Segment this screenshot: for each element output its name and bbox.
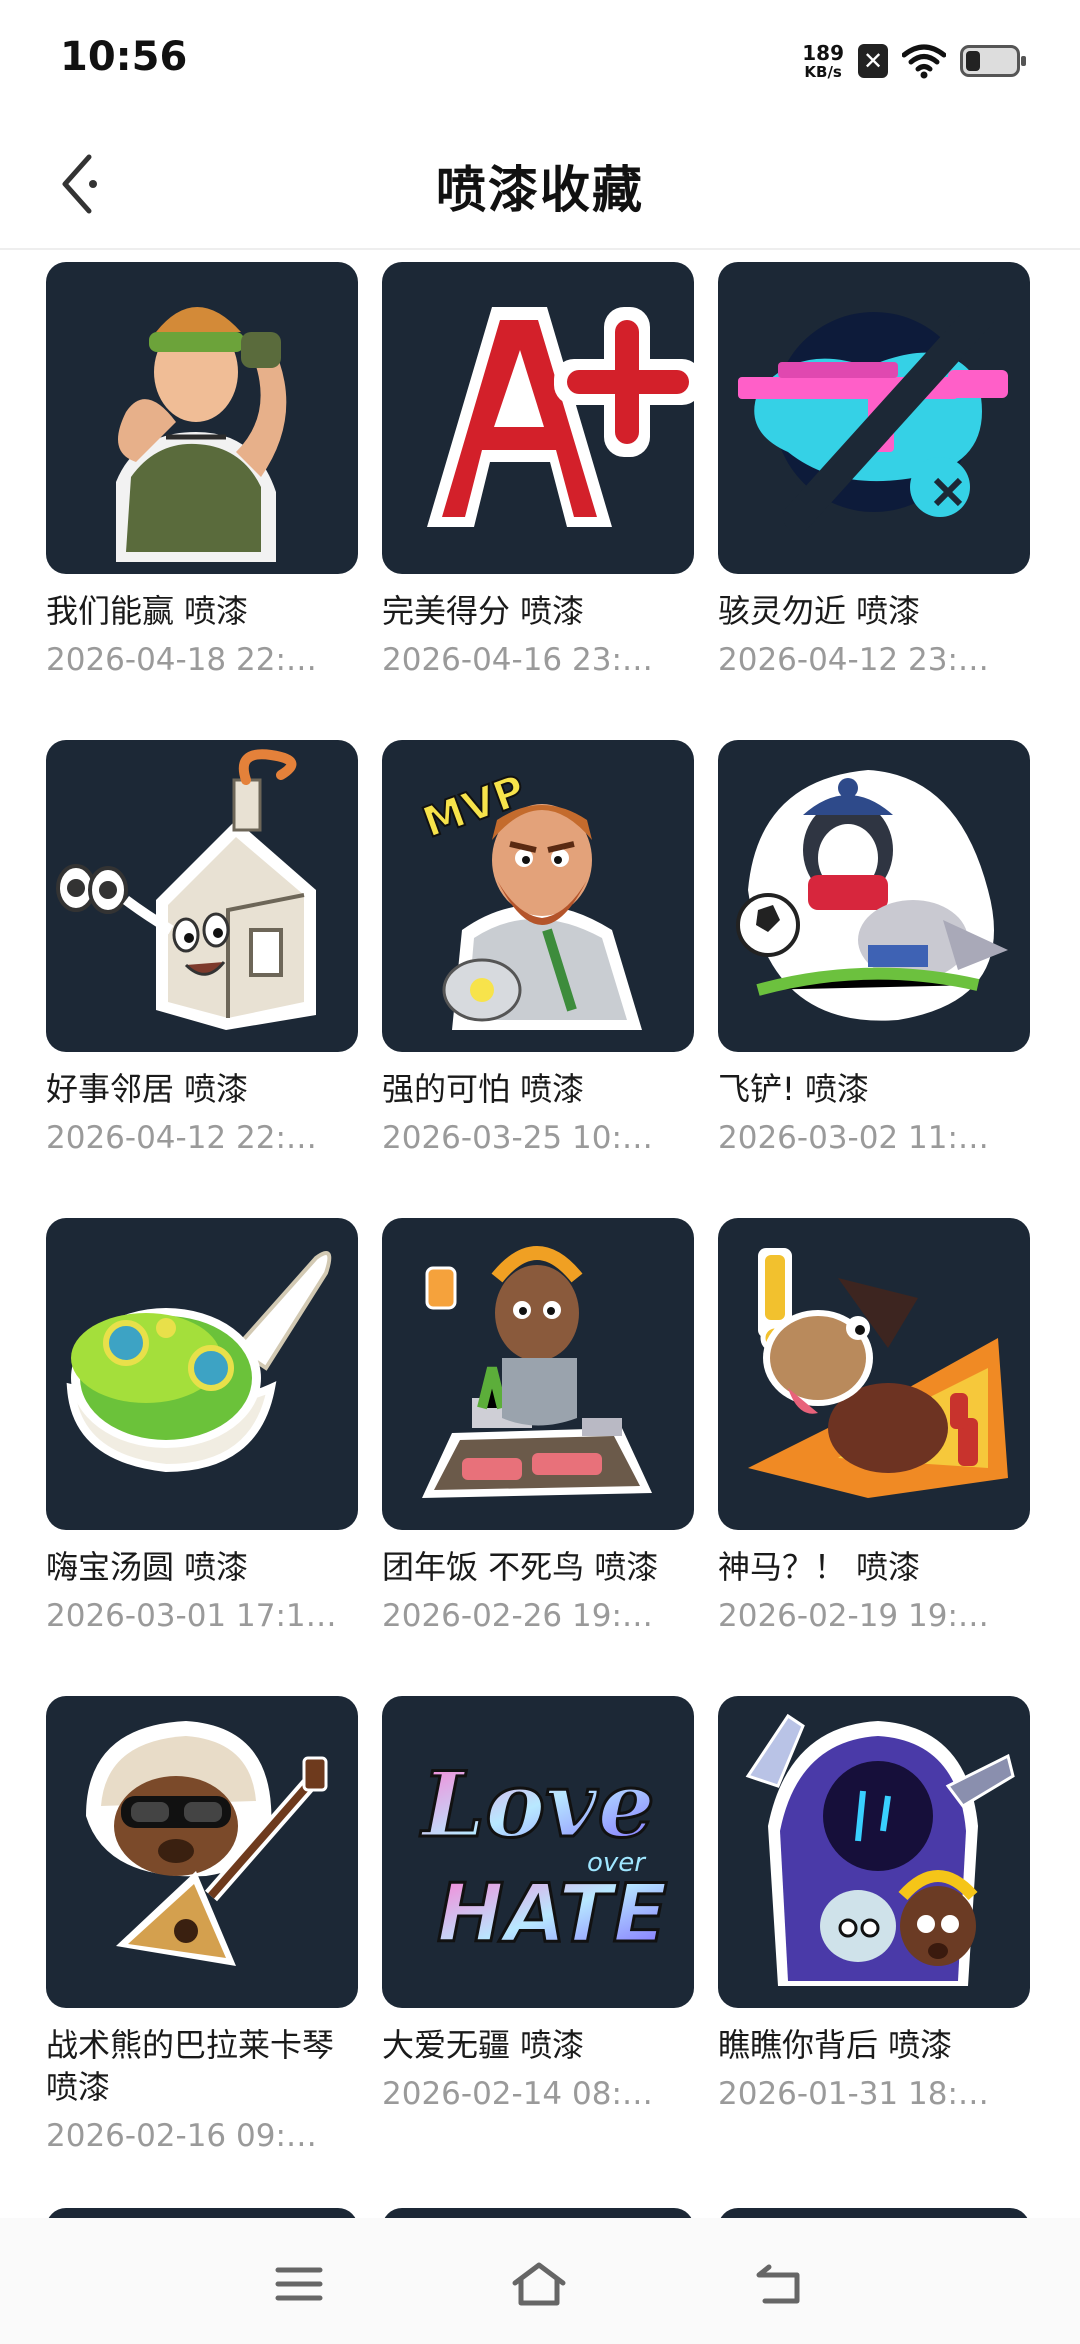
spray-card[interactable]: 团年饭 不死鸟 喷漆 2026-02-26 19:… — [382, 1218, 694, 1636]
spray-date: 2026-01-31 18:… — [718, 2076, 989, 2112]
header-bar: 喷漆收藏 — [0, 120, 1080, 250]
spray-date: 2026-02-16 09:… — [46, 2118, 317, 2154]
mvp-bearded-hero-icon: MVP — [415, 764, 642, 1030]
spray-title: 我们能赢 喷漆 — [46, 592, 249, 630]
spray-card[interactable]: 好事邻居 喷漆 2026-04-12 22:… — [46, 740, 358, 1158]
spray-card[interactable]: 飞铲! 喷漆 2026-03-02 11:… — [718, 740, 1030, 1158]
spray-title: 完美得分 喷漆 — [382, 592, 585, 630]
home-button[interactable] — [504, 2254, 574, 2314]
spray-date: 2026-04-16 23:… — [382, 642, 653, 678]
network-speed-unit: KB/s — [804, 62, 842, 81]
spray-thumbnail[interactable]: Love over HATE — [382, 1696, 694, 2008]
spray-card[interactable]: Love over HATE 大爱无疆 喷漆 2026-02-14 08:… — [382, 1696, 694, 2114]
spray-title: 战术熊的巴拉莱卡琴 喷漆 — [46, 2026, 335, 2106]
home-icon — [512, 2262, 566, 2306]
wifi-icon — [902, 44, 946, 79]
system-nav-bar — [0, 2218, 1080, 2344]
back-icon — [756, 2264, 800, 2304]
battery-icon — [960, 45, 1026, 77]
status-bar: 10:56 189 KB/s ✕ — [0, 0, 1080, 120]
tangyuan-spoon-icon — [66, 1251, 332, 1473]
spray-card[interactable]: 神马？！ 喷漆 2026-02-19 19:… — [718, 1218, 1030, 1636]
spray-card[interactable]: 骇灵勿近 喷漆 2026-04-12 23:… — [718, 262, 1030, 680]
status-icons: 189 KB/s ✕ — [802, 38, 1026, 84]
spray-card[interactable]: 战术熊的巴拉莱卡琴 喷漆 2026-02-16 09:… — [46, 1696, 358, 2156]
spray-date: 2026-03-02 11:… — [718, 1120, 989, 1156]
spray-date: 2026-03-25 10:… — [382, 1120, 653, 1156]
lurking-reaper-icon — [745, 1713, 1015, 1986]
house-with-binoculars-icon — [56, 749, 316, 1030]
spray-thumbnail[interactable] — [718, 740, 1030, 1052]
spray-title: 飞铲! 喷漆 — [718, 1070, 870, 1108]
spray-thumbnail[interactable] — [382, 262, 694, 574]
spray-date: 2026-02-14 08:… — [382, 2076, 653, 2112]
spray-title: 瞧瞧你背后 喷漆 — [718, 2026, 953, 2064]
reunion-dinner-icon — [422, 1246, 652, 1498]
nav-back-button[interactable] — [744, 2254, 814, 2314]
flexing-soldier-icon — [116, 307, 287, 562]
spray-title: 骇灵勿近 喷漆 — [718, 592, 921, 630]
spray-date: 2026-04-12 22:… — [46, 1120, 317, 1156]
spray-date: 2026-03-01 17:1… — [46, 1598, 337, 1634]
spray-card[interactable]: 我们能赢 喷漆 2026-04-18 22:… — [46, 262, 358, 680]
spray-thumbnail[interactable] — [718, 1696, 1030, 2008]
spray-thumbnail[interactable] — [46, 1696, 358, 2008]
spray-thumbnail[interactable] — [46, 262, 358, 574]
spray-thumbnail[interactable] — [382, 1218, 694, 1530]
menu-button[interactable] — [264, 2254, 334, 2314]
a-plus-grade-icon — [427, 307, 694, 527]
sim-x-icon: ✕ — [858, 44, 888, 78]
spray-thumbnail[interactable] — [46, 740, 358, 1052]
spray-card[interactable]: 嗨宝汤圆 喷漆 2026-03-01 17:1… — [46, 1218, 358, 1636]
love-text: Love — [419, 1752, 655, 1858]
menu-icon — [275, 2267, 323, 2301]
page-title: 喷漆收藏 — [436, 161, 644, 219]
crossed-out-rifle-icon — [738, 297, 1008, 532]
spray-date: 2026-04-12 23:… — [718, 642, 989, 678]
network-speed: 189 KB/s — [802, 43, 844, 80]
status-time: 10:56 — [60, 34, 188, 80]
penguin-slide-tackle-icon — [736, 770, 1008, 1021]
spray-title: 大爱无疆 喷漆 — [382, 2026, 585, 2064]
startled-horse-icon — [748, 1248, 1008, 1498]
spray-card[interactable]: 完美得分 喷漆 2026-04-16 23:… — [382, 262, 694, 680]
spray-title: 嗨宝汤圆 喷漆 — [46, 1548, 249, 1586]
spray-date: 2026-02-26 19:… — [382, 1598, 653, 1634]
spray-title: 神马？！ 喷漆 — [718, 1548, 921, 1586]
spray-title: 好事邻居 喷漆 — [46, 1070, 249, 1108]
hate-text: HATE — [437, 1867, 667, 1960]
network-speed-value: 189 — [802, 40, 844, 65]
spray-title: 强的可怕 喷漆 — [382, 1070, 585, 1108]
spray-thumbnail[interactable] — [718, 1218, 1030, 1530]
love-over-hate-icon: Love over HATE — [418, 1751, 669, 1962]
spray-card[interactable]: 瞧瞧你背后 喷漆 2026-01-31 18:… — [718, 1696, 1030, 2114]
spray-title: 团年饭 不死鸟 喷漆 — [382, 1548, 659, 1586]
spray-date: 2026-04-18 22:… — [46, 642, 317, 678]
spray-thumbnail[interactable] — [46, 1218, 358, 1530]
spray-thumbnail[interactable] — [718, 262, 1030, 574]
spray-card[interactable]: MVP 强的可怕 喷漆 2026-03-25 10:… — [382, 740, 694, 1158]
bear-balalaika-icon — [86, 1721, 328, 1966]
spray-date: 2026-02-19 19:… — [718, 1598, 989, 1634]
spray-thumbnail[interactable]: MVP — [382, 740, 694, 1052]
